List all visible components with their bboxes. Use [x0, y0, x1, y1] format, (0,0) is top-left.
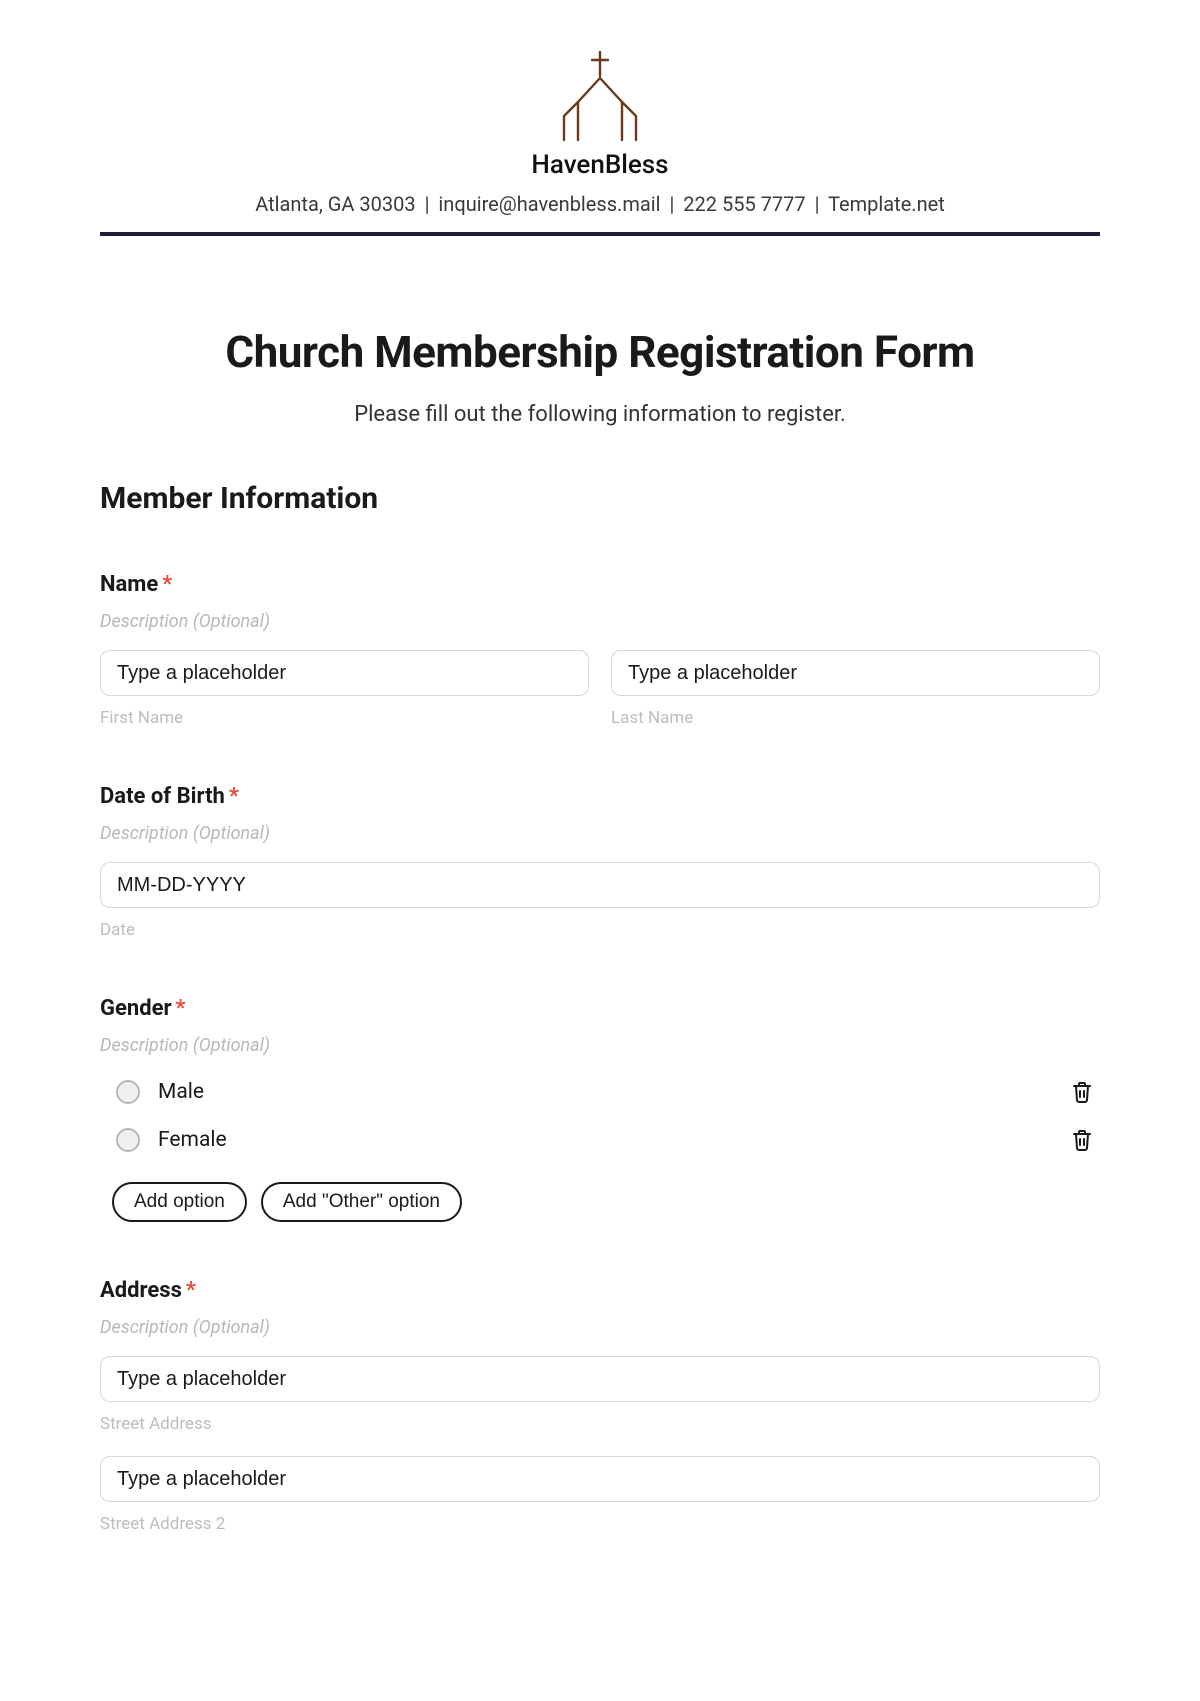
field-label-text: Name	[100, 572, 158, 597]
sublabel-date: Date	[100, 920, 1100, 940]
contact-site: Template.net	[828, 192, 945, 216]
required-asterisk: *	[176, 996, 186, 1021]
field-label-text: Gender	[100, 996, 172, 1021]
first-name-input[interactable]	[100, 650, 589, 696]
gender-option-label[interactable]: Male	[158, 1080, 204, 1104]
required-asterisk: *	[229, 784, 239, 809]
field-description[interactable]: Description (Optional)	[100, 1035, 1100, 1056]
delete-option-button[interactable]	[1068, 1078, 1096, 1106]
form-title: Church Membership Registration Form	[100, 326, 1100, 378]
last-name-input[interactable]	[611, 650, 1100, 696]
contact-address: Atlanta, GA 30303	[255, 192, 415, 216]
required-asterisk: *	[186, 1278, 196, 1303]
add-other-option-button[interactable]: Add "Other" option	[261, 1182, 462, 1222]
field-label-address: Address*	[100, 1278, 1100, 1303]
contact-line: Atlanta, GA 30303 | inquire@havenbless.m…	[100, 192, 1100, 216]
sublabel-last-name: Last Name	[611, 708, 1100, 728]
field-label-text: Date of Birth	[100, 784, 225, 809]
sublabel-first-name: First Name	[100, 708, 589, 728]
field-description[interactable]: Description (Optional)	[100, 823, 1100, 844]
trash-icon	[1071, 1080, 1093, 1104]
gender-option-row: Female	[100, 1116, 1100, 1164]
street-address-input[interactable]	[100, 1356, 1100, 1402]
separator: |	[815, 192, 820, 216]
field-gender: Gender* Description (Optional) Male Fema…	[100, 996, 1100, 1222]
field-label-text: Address	[100, 1278, 182, 1303]
field-label-name: Name*	[100, 572, 1100, 597]
separator: |	[669, 192, 674, 216]
field-label-gender: Gender*	[100, 996, 1100, 1021]
trash-icon	[1071, 1128, 1093, 1152]
form-subtitle: Please fill out the following informatio…	[100, 402, 1100, 427]
section-title-member-info: Member Information	[100, 481, 1100, 516]
required-asterisk: *	[162, 572, 172, 597]
field-description[interactable]: Description (Optional)	[100, 611, 1100, 632]
field-label-dob: Date of Birth*	[100, 784, 1100, 809]
sublabel-street-address: Street Address	[100, 1414, 1100, 1434]
contact-email: inquire@havenbless.mail	[438, 192, 660, 216]
dob-input[interactable]	[100, 862, 1100, 908]
sublabel-street-address-2: Street Address 2	[100, 1514, 1100, 1534]
separator: |	[425, 192, 430, 216]
page-header: HavenBless Atlanta, GA 30303 | inquire@h…	[100, 50, 1100, 236]
gender-option-row: Male	[100, 1068, 1100, 1116]
contact-phone: 222 555 7777	[683, 192, 805, 216]
radio-button[interactable]	[116, 1080, 140, 1104]
add-option-button[interactable]: Add option	[112, 1182, 247, 1222]
street-address-2-input[interactable]	[100, 1456, 1100, 1502]
gender-option-label[interactable]: Female	[158, 1128, 227, 1152]
field-dob: Date of Birth* Description (Optional) Da…	[100, 784, 1100, 940]
brand-name: HavenBless	[531, 150, 668, 180]
radio-button[interactable]	[116, 1128, 140, 1152]
church-icon	[550, 50, 650, 142]
field-address: Address* Description (Optional) Street A…	[100, 1278, 1100, 1534]
delete-option-button[interactable]	[1068, 1126, 1096, 1154]
field-name: Name* Description (Optional) First Name …	[100, 572, 1100, 728]
field-description[interactable]: Description (Optional)	[100, 1317, 1100, 1338]
